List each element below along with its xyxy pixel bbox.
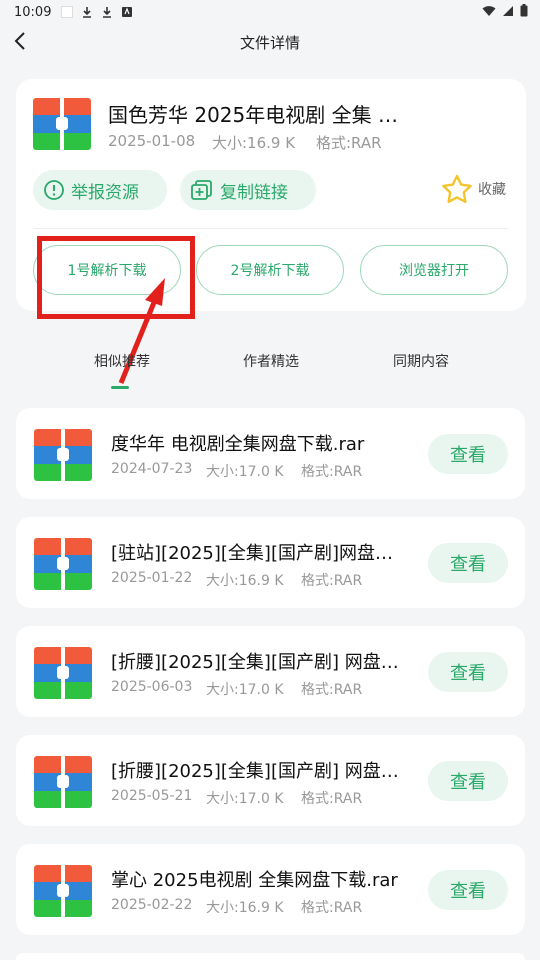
file-date: 2025-01-08: [108, 132, 196, 150]
favorite-button[interactable]: 收藏: [440, 173, 506, 205]
status-bar: 10:09: [0, 0, 540, 24]
copy-link-button[interactable]: 复制链接: [180, 170, 316, 210]
item-date: 2025-02-22: [111, 897, 193, 913]
item-date: 2025-05-21: [111, 788, 193, 804]
item-title: [驻站][2025][全集][国产剧]网盘…: [111, 543, 393, 564]
battery-icon: [520, 4, 528, 17]
rar-file-icon: [34, 647, 92, 699]
list-item[interactable]: 掌心 2025电视剧 全集网盘下载.rar 2025-02-22 大小:16.9…: [16, 844, 525, 935]
item-date: 2025-01-22: [111, 570, 193, 586]
item-format: 格式:RAR: [301, 573, 363, 589]
item-format: 格式:RAR: [301, 791, 363, 807]
list-item[interactable]: [驻站][2025][全集][国产剧]网盘… 2025-01-22 大小:16.…: [16, 517, 525, 608]
item-format: 格式:RAR: [301, 464, 363, 480]
view-button[interactable]: 查看: [428, 543, 508, 583]
item-size: 大小:17.0 K: [206, 464, 284, 480]
file-title: 国色芳华 2025年电视剧 全集 …: [108, 103, 398, 127]
file-detail-card: 国色芳华 2025年电视剧 全集 … 2025-01-08 大小:16.9 K …: [16, 79, 526, 311]
list-item[interactable]: 度华年 电视剧全集网盘下载.rar 2024-07-23 大小:17.0 K 格…: [16, 408, 525, 499]
wifi-icon: [482, 5, 496, 16]
warning-icon: [44, 180, 64, 200]
page-title: 文件详情: [239, 34, 300, 52]
item-size: 大小:16.9 K: [206, 900, 284, 916]
copy-link-label: 复制链接: [220, 182, 288, 203]
notification-icon: [61, 6, 74, 18]
download-1-button[interactable]: 1号解析下载: [33, 245, 181, 295]
view-button[interactable]: 查看: [428, 434, 508, 474]
tab-bar: 相似推荐 作者精选 同期内容: [0, 340, 540, 390]
item-title: [折腰][2025][全集][国产剧] 网盘…: [111, 652, 399, 673]
rar-file-icon: [34, 865, 92, 917]
item-format: 格式:RAR: [301, 900, 363, 916]
download-icon: [103, 7, 112, 18]
tab-author-picks[interactable]: 作者精选: [243, 351, 299, 371]
download-icon: [83, 7, 92, 18]
item-title: 掌心 2025电视剧 全集网盘下载.rar: [111, 870, 398, 891]
rar-file-icon: [34, 429, 92, 481]
divider: [34, 228, 508, 229]
item-size: 大小:17.0 K: [206, 682, 284, 698]
list-item-partial: [16, 953, 525, 960]
tab-indicator: [111, 386, 129, 389]
tab-same-period[interactable]: 同期内容: [393, 351, 449, 371]
item-date: 2024-07-23: [111, 461, 193, 477]
list-item[interactable]: [折腰][2025][全集][国产剧] 网盘… 2025-06-03 大小:17…: [16, 626, 525, 717]
app-notification-icon: [122, 7, 133, 17]
report-button[interactable]: 举报资源: [33, 170, 167, 210]
file-size: 大小:16.9 K: [212, 134, 296, 152]
status-time: 10:09: [14, 4, 52, 20]
favorite-label: 收藏: [478, 182, 506, 198]
rar-file-icon: [33, 98, 91, 150]
top-bar: 文件详情: [0, 24, 540, 58]
rar-file-icon: [34, 756, 92, 808]
download-2-button[interactable]: 2号解析下载: [196, 245, 344, 295]
item-size: 大小:16.9 K: [206, 573, 284, 589]
file-format: 格式:RAR: [316, 134, 382, 152]
copy-icon: [191, 180, 212, 200]
item-title: [折腰][2025][全集][国产剧] 网盘…: [111, 761, 399, 782]
report-label: 举报资源: [71, 182, 139, 203]
item-title: 度华年 电视剧全集网盘下载.rar: [111, 434, 365, 455]
open-browser-button[interactable]: 浏览器打开: [360, 245, 508, 295]
tab-similar[interactable]: 相似推荐: [94, 351, 150, 371]
item-size: 大小:17.0 K: [206, 791, 284, 807]
item-format: 格式:RAR: [301, 682, 363, 698]
view-button[interactable]: 查看: [428, 870, 508, 910]
rar-file-icon: [34, 538, 92, 590]
star-icon: [442, 174, 472, 203]
item-date: 2025-06-03: [111, 679, 193, 695]
list-item[interactable]: [折腰][2025][全集][国产剧] 网盘… 2025-05-21 大小:17…: [16, 735, 525, 826]
signal-icon: [503, 5, 513, 16]
view-button[interactable]: 查看: [428, 761, 508, 801]
view-button[interactable]: 查看: [428, 652, 508, 692]
